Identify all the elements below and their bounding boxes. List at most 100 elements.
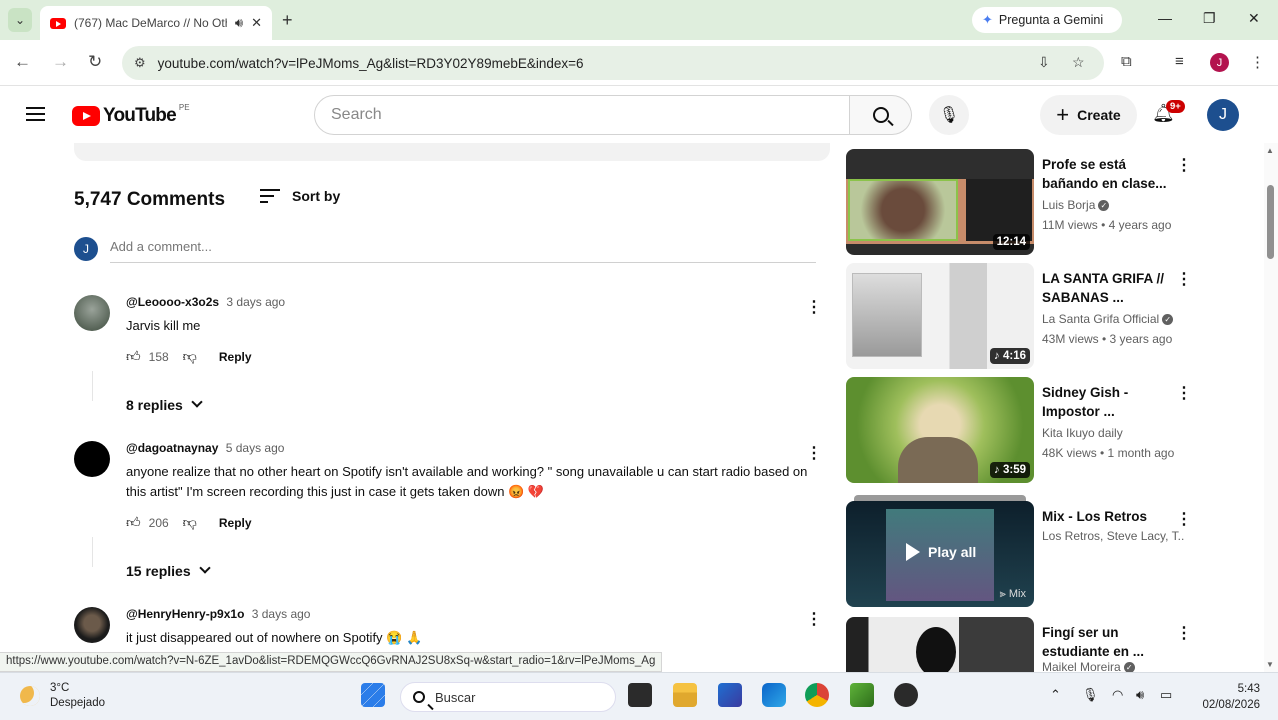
- recommended-video[interactable]: 12:14 Profe se está bañando en clase... …: [846, 149, 1192, 257]
- like-thumb-icon[interactable]: 👍︎: [126, 348, 141, 365]
- video-more-icon[interactable]: ⋮: [1176, 509, 1192, 529]
- show-hidden-icons-chevron[interactable]: ⌃: [1050, 687, 1061, 703]
- comment-more-icon[interactable]: ⋮: [806, 297, 822, 317]
- comment-author[interactable]: @HenryHenry-p9x1o: [126, 607, 244, 621]
- recommended-video[interactable]: ♪ 4:16 LA SANTA GRIFA // SABANAS ... La …: [846, 263, 1192, 371]
- video-thumbnail[interactable]: ♪ 4:16: [846, 263, 1034, 369]
- site-info-icon[interactable]: ⚙︎: [134, 55, 146, 71]
- video-title[interactable]: LA SANTA GRIFA // SABANAS ...: [1042, 269, 1180, 307]
- video-more-icon[interactable]: ⋮: [1176, 269, 1192, 289]
- video-title[interactable]: Fingí ser un estudiante en ...: [1042, 623, 1180, 661]
- search-icon: [872, 107, 889, 123]
- commenter-avatar[interactable]: [74, 295, 110, 331]
- view-replies-button[interactable]: 8 replies: [126, 396, 203, 413]
- recommended-video[interactable]: ♪ 3:59 Sidney Gish - Impostor ... Kita I…: [846, 377, 1192, 485]
- chrome-profile-avatar[interactable]: J: [1210, 53, 1229, 72]
- channel-name[interactable]: Kita Ikuyo daily: [1042, 426, 1184, 440]
- channel-name[interactable]: La Santa Grifa Official ✓: [1042, 312, 1184, 326]
- chrome-icon[interactable]: [805, 683, 829, 707]
- comment-time[interactable]: 3 days ago: [252, 607, 311, 621]
- chrome-menu-icon[interactable]: ⋮: [1250, 53, 1265, 71]
- file-explorer-icon[interactable]: [673, 683, 697, 707]
- audio-playing-icon[interactable]: 🔊︎: [235, 15, 243, 31]
- gemini-button[interactable]: ✦ Pregunta a Gemini: [972, 7, 1122, 33]
- scroll-down-arrow-icon[interactable]: ▼: [1266, 660, 1274, 669]
- hamburger-menu-icon[interactable]: [26, 107, 45, 121]
- comment-author[interactable]: @Leoooo-x3o2s: [126, 295, 219, 309]
- microphone-tray-icon[interactable]: 🎙︎: [1082, 687, 1099, 703]
- reply-button[interactable]: Reply: [219, 350, 252, 364]
- search-input[interactable]: Search: [314, 95, 850, 135]
- watch-page-content: 5,747 Comments Sort by J Add a comment..…: [0, 143, 1264, 673]
- minimize-icon[interactable]: —: [1158, 10, 1172, 26]
- close-window-icon[interactable]: ✕: [1248, 10, 1260, 27]
- volume-icon[interactable]: 🔊︎: [1136, 687, 1144, 703]
- account-avatar[interactable]: J: [1207, 99, 1239, 131]
- outlook-icon[interactable]: [762, 683, 786, 707]
- clock-date: 02/08/2026: [1202, 699, 1260, 711]
- taskbar-search[interactable]: Buscar: [400, 682, 616, 712]
- commenter-avatar[interactable]: [74, 441, 110, 477]
- recommended-video[interactable]: Fingí ser un estudiante en ... Maikel Mo…: [846, 617, 1192, 673]
- channel-label: La Santa Grifa Official: [1042, 312, 1160, 326]
- video-more-icon[interactable]: ⋮: [1176, 383, 1192, 403]
- search-button[interactable]: [850, 95, 912, 135]
- dislike-thumb-icon[interactable]: 👎︎: [183, 514, 197, 531]
- forward-arrow-icon[interactable]: →: [52, 52, 69, 72]
- comment-time[interactable]: 5 days ago: [226, 441, 285, 455]
- recommended-mix[interactable]: Play all ⫸ Mix Mix - Los Retros Los Retr…: [846, 495, 1192, 609]
- video-title[interactable]: Sidney Gish - Impostor ...: [1042, 383, 1180, 421]
- extensions-puzzle-icon[interactable]: ⧉: [1121, 53, 1132, 70]
- scrollbar-thumb[interactable]: [1267, 185, 1274, 259]
- taskbar-clock[interactable]: 5:43 02/08/2026: [1196, 681, 1260, 713]
- reload-icon[interactable]: ↻: [88, 52, 102, 72]
- dislike-thumb-icon[interactable]: 👎︎: [183, 348, 197, 365]
- restore-icon[interactable]: ❐: [1203, 10, 1216, 27]
- comment-more-icon[interactable]: ⋮: [806, 443, 822, 463]
- video-thumbnail[interactable]: Play all ⫸ Mix: [846, 501, 1034, 607]
- youtube-logo[interactable]: YouTube PE: [72, 103, 190, 127]
- browser-tab-active[interactable]: (767) Mac DeMarco // No Other Heart 🔊︎ ✕: [40, 6, 272, 40]
- address-bar[interactable]: ⚙︎ youtube.com/watch?v=lPeJMoms_Ag&list=…: [122, 46, 1104, 80]
- back-arrow-icon[interactable]: ←: [14, 52, 31, 72]
- sort-by-button[interactable]: Sort by: [260, 188, 340, 204]
- install-app-icon[interactable]: ⇩: [1038, 54, 1050, 71]
- wifi-icon[interactable]: ◠: [1112, 687, 1123, 703]
- voice-search-mic-icon[interactable]: 🎙︎: [929, 95, 969, 135]
- channel-name[interactable]: Luis Borja ✓: [1042, 198, 1184, 212]
- view-replies-button[interactable]: 15 replies: [126, 562, 211, 579]
- scroll-up-arrow-icon[interactable]: ▲: [1266, 146, 1274, 155]
- comment-author[interactable]: @dagoatnaynay: [126, 441, 218, 455]
- comment-more-icon[interactable]: ⋮: [806, 609, 822, 629]
- video-more-icon[interactable]: ⋮: [1176, 623, 1192, 643]
- create-button[interactable]: + Create: [1040, 95, 1137, 135]
- bookmark-star-icon[interactable]: ☆: [1072, 54, 1085, 71]
- channel-name[interactable]: Los Retros, Steve Lacy, T...: [1042, 529, 1184, 543]
- commenter-avatar[interactable]: [74, 607, 110, 643]
- video-thumbnail[interactable]: [846, 617, 1034, 673]
- windows-start-icon[interactable]: [361, 683, 385, 707]
- tab-close-icon[interactable]: ✕: [251, 15, 262, 31]
- search-icon: [413, 691, 425, 703]
- video-duration: ♪ 4:16: [990, 348, 1030, 364]
- recording-app-icon[interactable]: [894, 683, 918, 707]
- video-thumbnail[interactable]: 12:14: [846, 149, 1034, 255]
- video-title[interactable]: Profe se está bañando en clase...: [1042, 155, 1180, 193]
- media-control-icon[interactable]: ≡: [1175, 53, 1184, 70]
- reply-button[interactable]: Reply: [219, 516, 252, 530]
- new-tab-button[interactable]: +: [282, 10, 293, 31]
- tab-search-dropdown-icon[interactable]: ⌄: [8, 8, 32, 32]
- description-box[interactable]: [74, 143, 830, 161]
- video-title[interactable]: Mix - Los Retros: [1042, 507, 1180, 526]
- weather-widget[interactable]: 3°C Despejado: [20, 681, 105, 711]
- video-more-icon[interactable]: ⋮: [1176, 155, 1192, 175]
- minecraft-icon[interactable]: [850, 683, 874, 707]
- like-thumb-icon[interactable]: 👍︎: [126, 514, 141, 531]
- add-comment-input[interactable]: Add a comment...: [110, 239, 816, 263]
- battery-icon[interactable]: ▭: [1160, 687, 1172, 703]
- task-view-icon[interactable]: [628, 683, 652, 707]
- microsoft-store-icon[interactable]: [718, 683, 742, 707]
- comment-time[interactable]: 3 days ago: [226, 295, 285, 309]
- video-thumbnail[interactable]: ♪ 3:59: [846, 377, 1034, 483]
- play-all-button[interactable]: Play all: [906, 543, 976, 561]
